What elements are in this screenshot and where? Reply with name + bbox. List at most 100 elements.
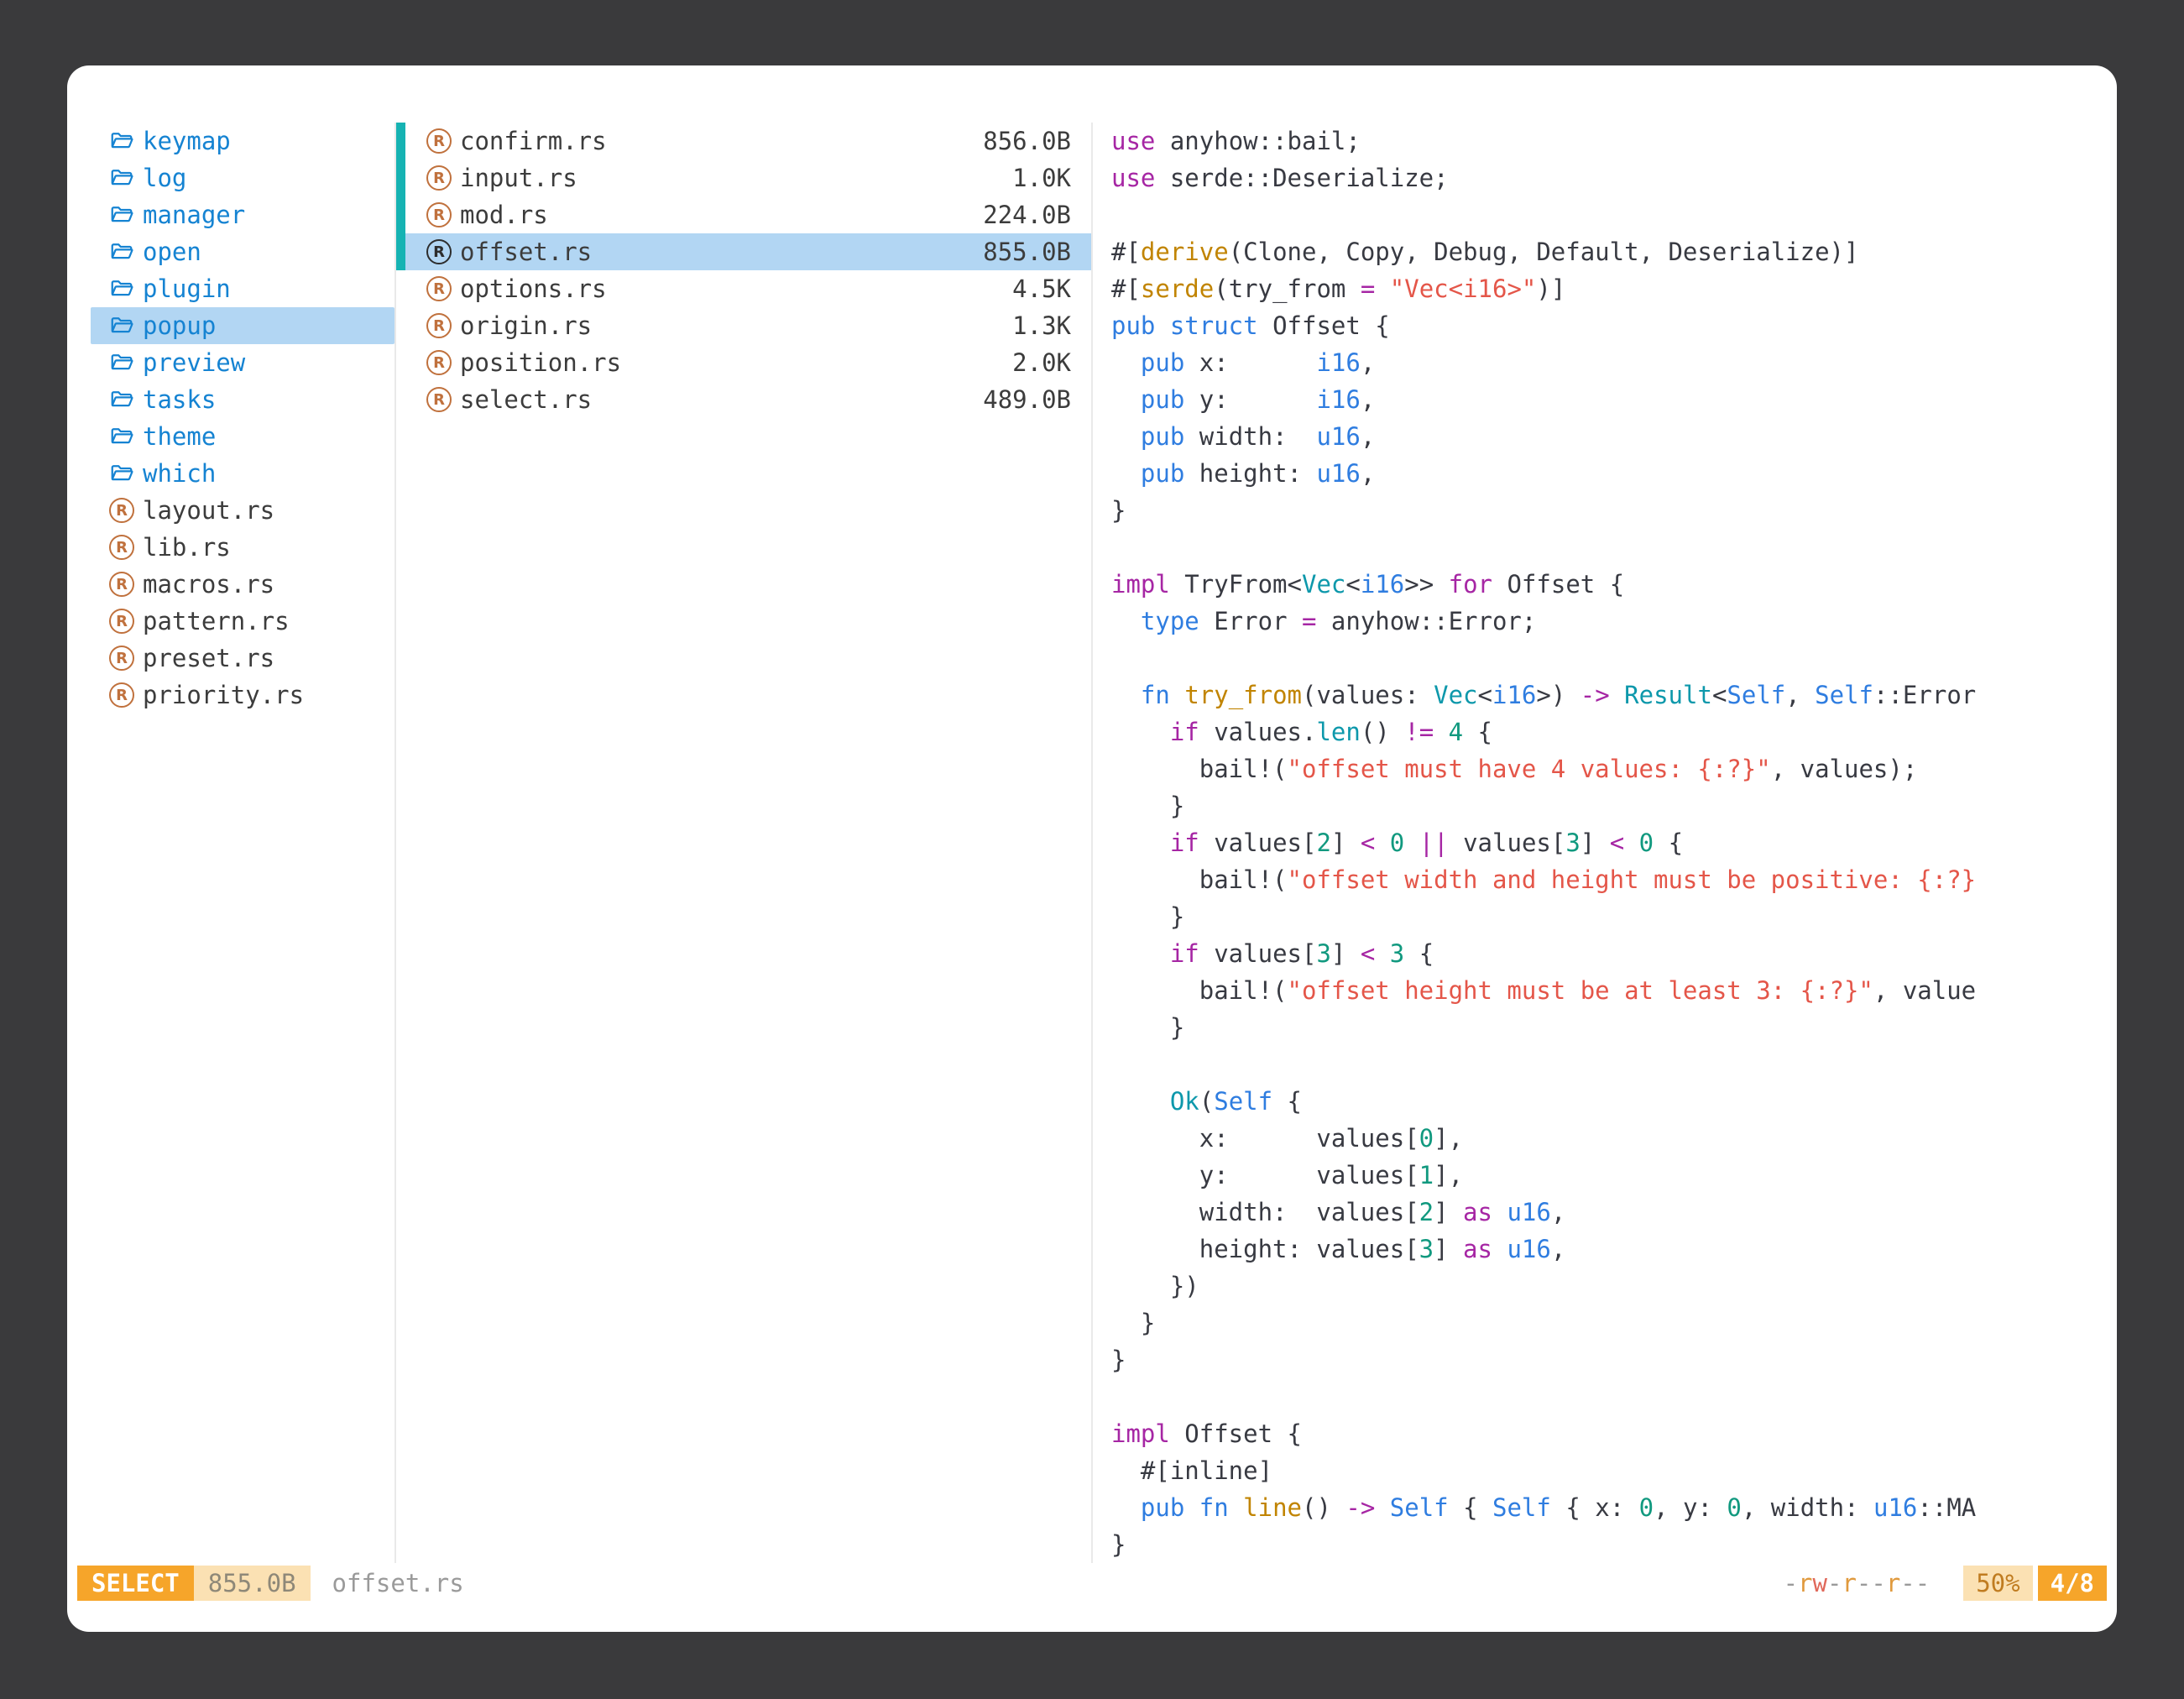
rust-icon: R [426,239,452,264]
sidebar-item-layout.rs[interactable]: Rlayout.rs [91,492,394,529]
code-line: } [1111,1304,2117,1341]
file-size: 224.0B [983,201,1071,229]
file-row-origin.rs[interactable]: Rorigin.rs 1.3K [396,307,1091,344]
file-size: 855.0B [983,238,1071,266]
rust-icon: R [109,646,134,671]
code-line: } [1111,492,2117,529]
sidebar-item-label: theme [143,422,216,451]
sidebar-item-label: preset.rs [143,644,274,672]
file-size: 4.5K [1012,274,1071,303]
sidebar-item-label: lib.rs [143,533,231,562]
rust-icon: R [426,165,452,191]
preview-pane: use anyhow::bail;use serde::Deserialize;… [1093,123,2117,1563]
rust-icon: R [426,202,452,227]
sidebar-item-label: open [143,238,201,266]
sidebar-item-plugin[interactable]: plugin [91,270,394,307]
file-row-select.rs[interactable]: Rselect.rs 489.0B [396,381,1091,418]
file-name: offset.rs [460,238,592,266]
code-line: pub width: u16, [1111,418,2117,455]
sidebar-item-priority.rs[interactable]: Rpriority.rs [91,677,394,714]
file-row-input.rs[interactable]: Rinput.rs 1.0K [396,159,1091,196]
sidebar-item-label: layout.rs [143,496,274,525]
folder-icon [109,165,134,191]
file-row-position.rs[interactable]: Rposition.rs2.0K [396,344,1091,381]
rust-icon: R [109,572,134,597]
sidebar-item-label: tasks [143,385,216,414]
sidebar-item-macros.rs[interactable]: Rmacros.rs [91,566,394,603]
sidebar-item-which[interactable]: which [91,455,394,492]
code-line: pub height: u16, [1111,455,2117,492]
sidebar-item-lib.rs[interactable]: Rlib.rs [91,529,394,566]
rust-icon: R [109,498,134,523]
code-line: fn try_from(values: Vec<i16>) -> Result<… [1111,677,2117,714]
rust-icon: R [426,128,452,154]
file-size: 1.0K [1012,164,1071,192]
folder-icon [109,128,134,154]
sidebar-item-keymap[interactable]: keymap [91,123,394,159]
sidebar-item-label: plugin [143,274,231,303]
folder-icon [109,202,134,227]
sidebar-item-label: manager [143,201,245,229]
desktop-background: { "left_pane": { "items": [ {"label":"ke… [0,0,2184,1699]
code-line: pub struct Offset { [1111,307,2117,344]
code-line: height: values[3] as u16, [1111,1231,2117,1268]
folder-icon [109,461,134,486]
sidebar-item-label: log [143,164,186,192]
sidebar-item-tasks[interactable]: tasks [91,381,394,418]
code-line: bail!("offset must have 4 values: {:?}",… [1111,750,2117,787]
selection-marker [396,123,405,159]
folder-icon [109,276,134,301]
status-bar: SELECT 855.0B offset.rs -rw-r--r-- 50% 4… [77,1563,2107,1603]
file-row-offset.rs[interactable]: Roffset.rs 855.0B [396,233,1091,270]
folder-icon [109,350,134,375]
code-line: if values[2] < 0 || values[3] < 0 { [1111,824,2117,861]
sidebar-item-pattern.rs[interactable]: Rpattern.rs [91,603,394,640]
panes: keymap log manager open plugin popup preview ta… [67,65,2117,1563]
rust-icon: R [426,313,452,338]
current-pane: Rconfirm.rs 856.0B Rinput.rs 1.0K Rmod.rs 224… [394,123,1093,1563]
rust-icon: R [426,387,452,412]
yazi-window: keymap log manager open plugin popup preview ta… [67,65,2117,1632]
file-name: origin.rs [460,311,592,340]
code-line [1111,640,2117,677]
sidebar-item-open[interactable]: open [91,233,394,270]
code-line: Ok(Self { [1111,1083,2117,1120]
sidebar-item-manager[interactable]: manager [91,196,394,233]
file-name: confirm.rs [460,127,607,155]
file-size: 489.0B [983,385,1071,414]
file-row-options.rs[interactable]: Roptions.rs4.5K [396,270,1091,307]
folder-icon [109,313,134,338]
rust-icon: R [426,350,452,375]
rust-icon: R [109,609,134,634]
code-line: #[inline] [1111,1452,2117,1489]
sidebar-item-theme[interactable]: theme [91,418,394,455]
sidebar-item-label: keymap [143,127,231,155]
scroll-percent: 50% [1963,1566,2032,1601]
code-line: }) [1111,1268,2117,1304]
code-line: #[derive(Clone, Copy, Debug, Default, De… [1111,233,2117,270]
rust-icon: R [109,535,134,560]
code-line: width: values[2] as u16, [1111,1194,2117,1231]
sidebar-item-preview[interactable]: preview [91,344,394,381]
file-row-mod.rs[interactable]: Rmod.rs 224.0B [396,196,1091,233]
file-name: input.rs [460,164,577,192]
code-line: type Error = anyhow::Error; [1111,603,2117,640]
sidebar-item-label: macros.rs [143,570,274,599]
file-name: mod.rs [460,201,548,229]
folder-icon [109,424,134,449]
mode-badge: SELECT [77,1566,194,1601]
code-line: if values[3] < 3 { [1111,935,2117,972]
file-name: select.rs [460,385,592,414]
selection-marker [396,233,405,270]
code-line: #[serde(try_from = "Vec<i16>")] [1111,270,2117,307]
file-size: 1.3K [1012,311,1071,340]
sidebar-item-label: preview [143,348,245,377]
code-line: y: values[1], [1111,1157,2117,1194]
file-size: 856.0B [983,127,1071,155]
file-row-confirm.rs[interactable]: Rconfirm.rs 856.0B [396,123,1091,159]
sidebar-item-preset.rs[interactable]: Rpreset.rs [91,640,394,677]
sidebar-item-log[interactable]: log [91,159,394,196]
selection-marker [396,159,405,196]
sidebar-item-popup[interactable]: popup [91,307,394,344]
parent-pane: keymap log manager open plugin popup preview ta… [67,123,394,1563]
